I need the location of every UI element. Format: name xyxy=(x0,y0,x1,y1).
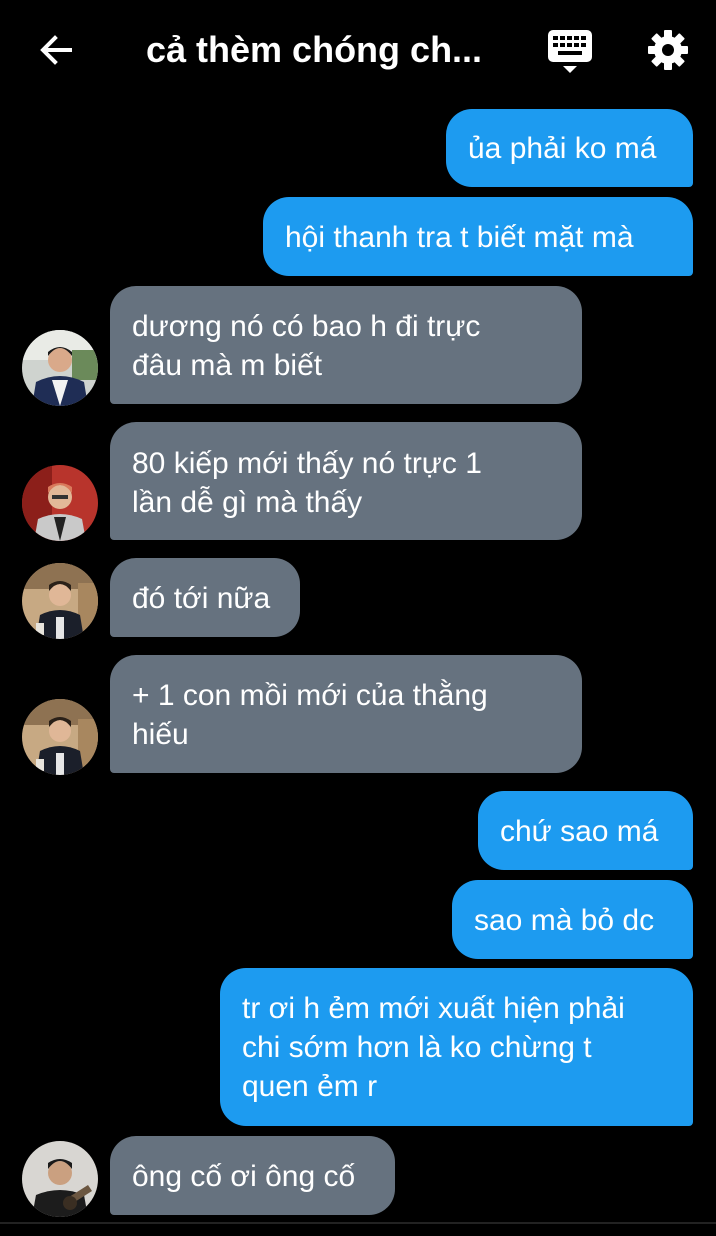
chat-header: cả thèm chóng ch... xyxy=(0,0,716,100)
message-text: đó tới nữa xyxy=(132,582,271,615)
chat-title: cả thèm chóng ch... xyxy=(146,29,483,70)
message-text: + 1 con mồi mới của thằng xyxy=(132,679,488,712)
message-text: hiếu xyxy=(132,718,189,751)
message-text: ông cố ơi ông cố xyxy=(132,1160,356,1193)
message-text: chứ sao má xyxy=(500,815,659,848)
message-text: tr ơi h ẻm mới xuất hiện phải xyxy=(242,992,625,1025)
message-bubble-incoming[interactable]: + 1 con mồi mới của thằng hiếu xyxy=(110,655,582,773)
message-text: hội thanh tra t biết mặt mà xyxy=(285,221,634,254)
divider xyxy=(0,1222,716,1224)
arrow-left-icon xyxy=(36,30,76,75)
back-button[interactable] xyxy=(34,30,78,74)
message-text: chi sớm hơn là ko chừng t xyxy=(242,1031,592,1064)
message-bubble-outgoing[interactable]: ủa phải ko má xyxy=(446,109,693,187)
message-text: 80 kiếp mới thấy nó trực 1 xyxy=(132,447,482,480)
message-text: đâu mà m biết xyxy=(132,349,323,382)
settings-button[interactable] xyxy=(644,28,692,76)
avatar[interactable] xyxy=(22,563,98,639)
message-text: sao mà bỏ dc xyxy=(474,904,655,937)
message-bubble-incoming[interactable]: dương nó có bao h đi trực đâu mà m biết xyxy=(110,286,582,404)
keyboard-icon xyxy=(546,28,594,81)
message-bubble-incoming[interactable]: ông cố ơi ông cố xyxy=(110,1136,395,1215)
message-text: lần dễ gì mà thấy xyxy=(132,486,363,519)
gear-icon xyxy=(646,28,690,77)
message-text: quen ẻm r xyxy=(242,1070,378,1103)
message-text: ủa phải ko má xyxy=(468,132,657,165)
message-bubble-outgoing[interactable]: hội thanh tra t biết mặt mà xyxy=(263,197,693,276)
message-bubble-outgoing[interactable]: tr ơi h ẻm mới xuất hiện phải chi sớm hơ… xyxy=(220,968,693,1126)
avatar[interactable] xyxy=(22,330,98,406)
avatar[interactable] xyxy=(22,1141,98,1217)
message-bubble-incoming[interactable]: 80 kiếp mới thấy nó trực 1 lần dễ gì mà … xyxy=(110,422,582,540)
message-text: dương nó có bao h đi trực xyxy=(132,310,481,343)
keyboard-button[interactable] xyxy=(544,28,596,78)
avatar[interactable] xyxy=(22,465,98,541)
avatar[interactable] xyxy=(22,699,98,775)
message-bubble-incoming[interactable]: đó tới nữa xyxy=(110,558,300,637)
message-bubble-outgoing[interactable]: chứ sao má xyxy=(478,791,693,870)
message-bubble-outgoing[interactable]: sao mà bỏ dc xyxy=(452,880,693,959)
